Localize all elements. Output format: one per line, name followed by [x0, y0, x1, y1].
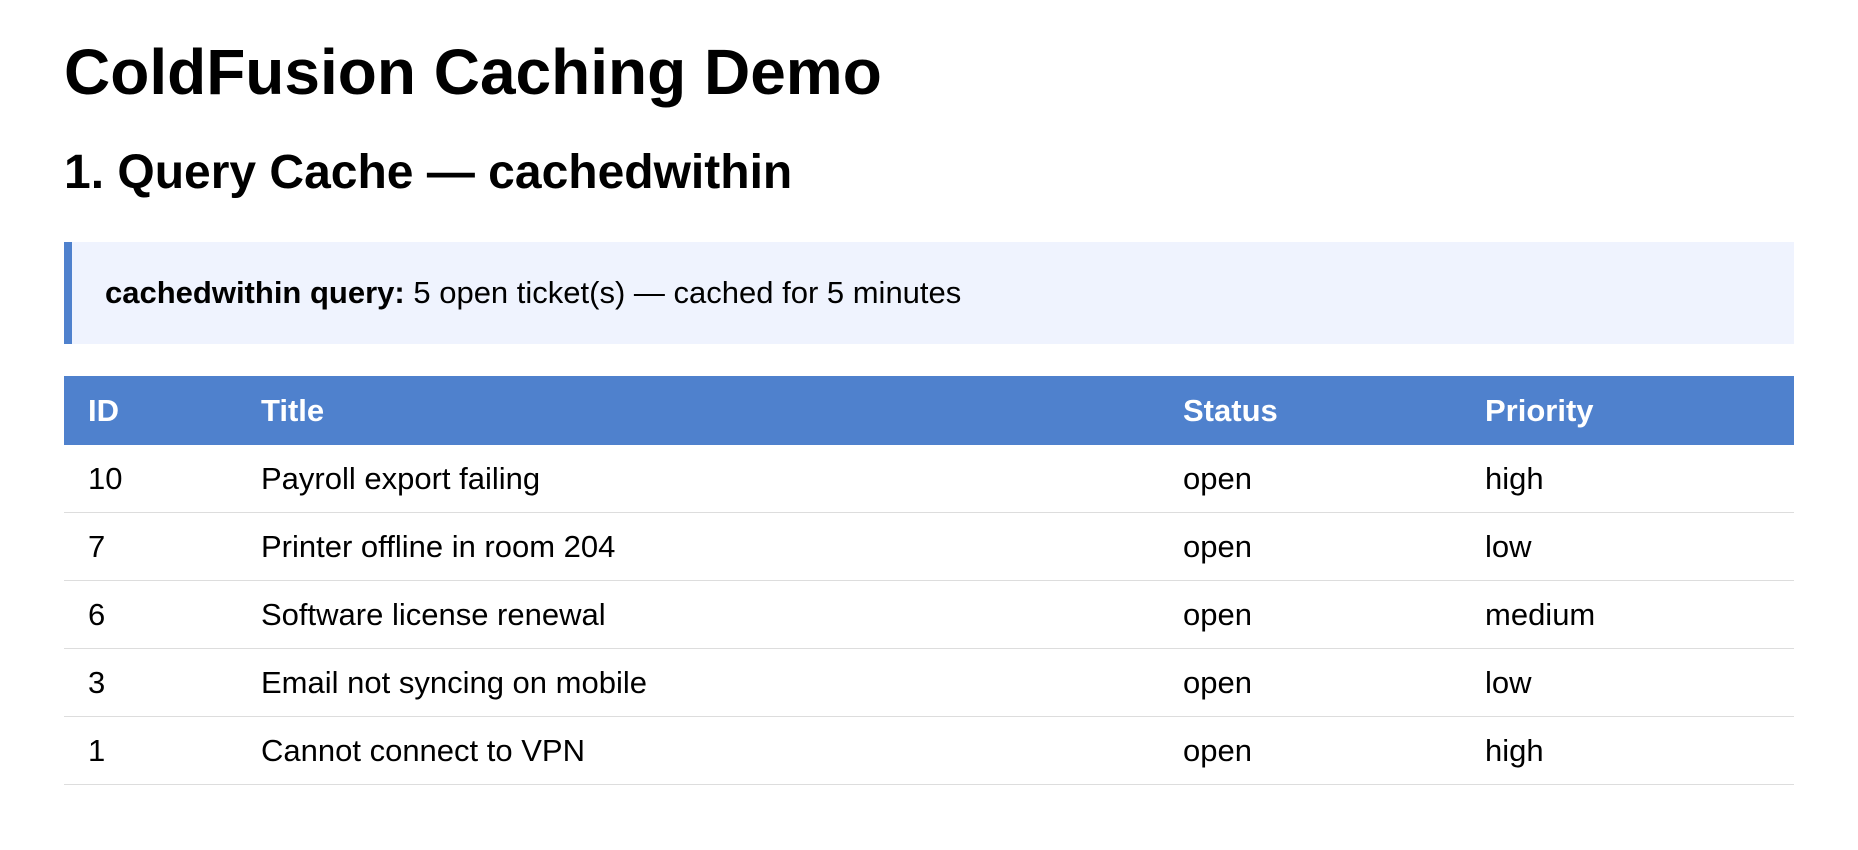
- header-priority: Priority: [1461, 376, 1794, 445]
- section-title-query-cache: 1. Query Cache — cachedwithin: [64, 146, 793, 199]
- table-row: 1 Cannot connect to VPN open high: [64, 716, 1794, 785]
- table-row: 3 Email not syncing on mobile open low: [64, 648, 1794, 717]
- cell-title: Software license renewal: [237, 580, 1159, 649]
- cell-status: open: [1159, 716, 1461, 785]
- cell-status: open: [1159, 580, 1461, 649]
- cell-status: open: [1159, 445, 1461, 513]
- cache-info-box: cachedwithin query: 5 open ticket(s) — c…: [64, 242, 1794, 344]
- cell-priority: low: [1461, 512, 1794, 581]
- header-id: ID: [64, 376, 237, 445]
- cell-title: Printer offline in room 204: [237, 512, 1159, 581]
- cell-priority: high: [1461, 716, 1794, 785]
- cache-info-text: 5 open ticket(s) — cached for 5 minutes: [413, 275, 962, 310]
- table-row: 6 Software license renewal open medium: [64, 580, 1794, 649]
- table-row: 10 Payroll export failing open high: [64, 445, 1794, 513]
- page: ColdFusion Caching Demo 1. Query Cache —…: [0, 0, 1858, 850]
- tickets-table-body: 10 Payroll export failing open high 7 Pr…: [64, 445, 1794, 785]
- cell-priority: high: [1461, 445, 1794, 513]
- header-status: Status: [1159, 376, 1461, 445]
- header-title: Title: [237, 376, 1159, 445]
- cell-id: 10: [64, 445, 237, 513]
- cell-priority: low: [1461, 648, 1794, 717]
- cell-title: Payroll export failing: [237, 445, 1159, 513]
- tickets-table: ID Title Status Priority 10 Payroll expo…: [64, 376, 1794, 785]
- cell-status: open: [1159, 512, 1461, 581]
- page-title: ColdFusion Caching Demo: [64, 36, 882, 108]
- cell-id: 7: [64, 512, 237, 581]
- cache-info-label: cachedwithin query:: [105, 275, 405, 310]
- table-row: 7 Printer offline in room 204 open low: [64, 512, 1794, 581]
- cell-id: 1: [64, 716, 237, 785]
- header-row: ID Title Status Priority: [64, 376, 1794, 445]
- cell-id: 6: [64, 580, 237, 649]
- cell-status: open: [1159, 648, 1461, 717]
- cell-priority: medium: [1461, 580, 1794, 649]
- cell-title: Email not syncing on mobile: [237, 648, 1159, 717]
- tickets-table-header: ID Title Status Priority: [64, 376, 1794, 445]
- cell-title: Cannot connect to VPN: [237, 716, 1159, 785]
- cell-id: 3: [64, 648, 237, 717]
